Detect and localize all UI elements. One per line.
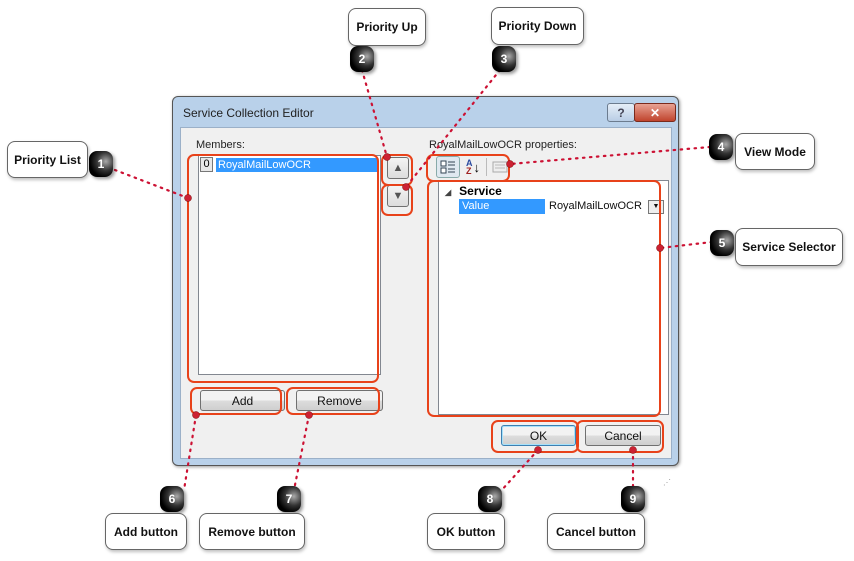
callout-badge-5: 5: [710, 230, 734, 256]
callout-badge-2: 2: [350, 46, 374, 72]
highlight-priority-up: [381, 154, 413, 186]
callout-badge-6: 6: [160, 486, 184, 512]
callout-cancel-button: Cancel button: [547, 513, 645, 550]
callout-remove-button: Remove button: [199, 513, 305, 550]
highlight-add: [190, 387, 282, 415]
callout-badge-1: 1: [89, 151, 113, 177]
callout-badge-3: 3: [492, 46, 516, 72]
highlight-remove: [286, 387, 380, 415]
highlight-priority-down: [381, 184, 413, 216]
dialog-title: Service Collection Editor: [183, 106, 314, 120]
members-label: Members:: [196, 139, 245, 151]
callout-priority-up: Priority Up: [348, 8, 426, 46]
help-button[interactable]: ?: [607, 103, 635, 122]
close-button[interactable]: ✕: [634, 103, 676, 122]
close-icon: ✕: [649, 105, 661, 120]
highlight-view-mode: [426, 154, 510, 182]
callout-service-selector: Service Selector: [735, 228, 843, 266]
callout-badge-4: 4: [709, 134, 733, 160]
highlight-ok: [491, 420, 579, 453]
callout-priority-down: Priority Down: [491, 7, 584, 45]
callout-badge-8: 8: [478, 486, 502, 512]
question-icon: ?: [617, 105, 625, 120]
callout-badge-7: 7: [277, 486, 301, 512]
highlight-service-selector: [427, 180, 661, 417]
title-bar[interactable]: Service Collection Editor ? ✕: [173, 97, 678, 123]
properties-label: RoyalMailLowOCR properties:: [429, 139, 577, 151]
highlight-cancel: [576, 420, 664, 453]
callout-priority-list: Priority List: [7, 141, 88, 178]
callout-badge-9: 9: [621, 486, 645, 512]
callout-view-mode: View Mode: [735, 133, 815, 170]
resize-grip-icon[interactable]: ⋰: [663, 478, 673, 488]
callout-add-button: Add button: [105, 513, 187, 550]
highlight-priority-list: [187, 154, 379, 383]
callout-ok-button: OK button: [427, 513, 505, 550]
